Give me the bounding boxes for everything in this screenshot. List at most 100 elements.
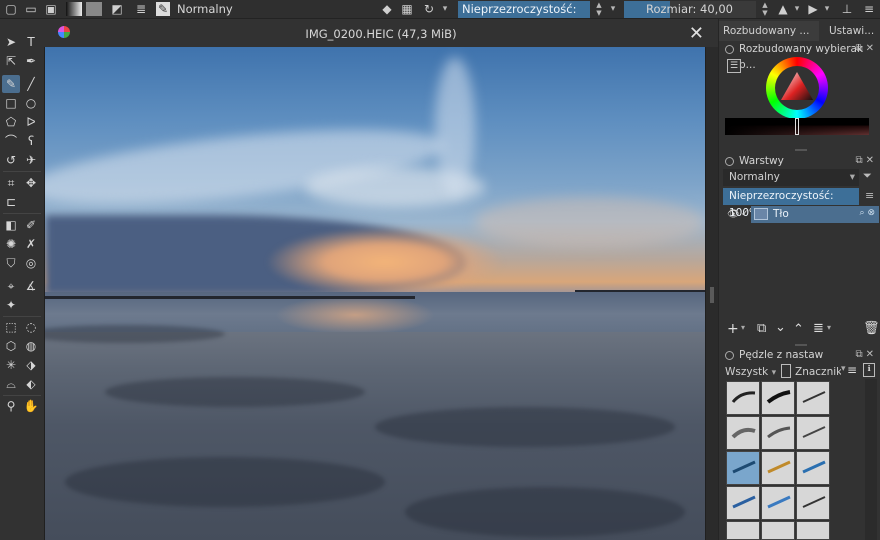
mirror-vertical-icon[interactable]: ▶ [806,2,820,16]
canvas-scrollbar-thumb[interactable] [710,287,714,303]
text-tool-icon[interactable]: T [22,33,40,51]
polyline-tool-icon[interactable]: ᐅ [22,113,40,131]
move-tool-icon[interactable]: ✥ [22,174,40,192]
panel-splitter[interactable] [795,149,807,151]
polygon-tool-icon[interactable]: ⬠ [2,113,20,131]
panel-float-close-icons[interactable]: ⧉✕ [855,153,877,169]
brush-preset-cell-selected[interactable] [726,451,760,485]
layer-properties-dropdown-icon[interactable]: ▾ [827,323,831,332]
open-document-icon[interactable]: ▭ [24,2,38,16]
magnetic-selection-tool-icon[interactable]: ⬖ [22,375,40,393]
rectangle-tool-icon[interactable]: □ [2,94,20,112]
blending-mode-select[interactable]: Normalny [174,1,370,18]
tab-advanced-color-selector[interactable]: Rozbudowany ... [719,21,819,41]
mirror-v-dropdown-icon[interactable]: ▾ [822,1,832,18]
brush-preset-cell[interactable] [796,521,830,540]
brush-settings-icon[interactable]: ≣ [134,2,148,16]
bezier-tool-icon[interactable]: ⌒ [2,132,20,150]
close-document-icon[interactable]: ✕ [689,23,704,44]
gradient-tool-icon[interactable]: ◧ [2,216,20,234]
brush-preset-cell[interactable] [761,381,795,415]
dynamic-brush-tool-icon[interactable]: ↺ [2,151,20,169]
layer-filter-icon[interactable]: ⏷ [863,169,872,183]
brush-preset-cell[interactable] [796,381,830,415]
add-layer-icon[interactable]: + [727,321,739,337]
layer-blend-mode-select[interactable]: Normalny ▾ [723,169,859,186]
layer-options-icon[interactable]: ≡ [865,189,874,202]
transform-tool-icon[interactable]: ⊏ [2,193,20,211]
wrap-around-icon[interactable]: ⊥ [840,2,854,16]
brush-view-options-icon[interactable]: ≡ [847,363,857,377]
polygonal-selection-tool-icon[interactable]: ⬡ [2,337,20,355]
pattern-preset-icon[interactable] [86,2,102,16]
select-shapes-tool-icon[interactable]: ➤ [2,33,20,51]
size-spin-buttons[interactable]: ▲ ▼ [760,1,770,18]
mirror-h-dropdown-icon[interactable]: ▾ [792,1,802,18]
panel-float-close-icons[interactable]: ⧉✕ [855,41,877,57]
color-swap-icon[interactable]: ◩ [110,2,124,16]
color-strip-marker[interactable] [795,118,799,135]
pin-tool-icon[interactable]: ✦ [2,296,20,314]
layer-visibility-eye-icon[interactable]: 👁 [727,209,740,220]
reference-tool-icon[interactable]: ⌖ [2,277,20,295]
rectangular-selection-tool-icon[interactable]: ⬚ [2,318,20,336]
chevron-down-icon[interactable]: ▾ [841,364,846,374]
canvas-vertical-scrollbar[interactable] [706,47,718,540]
opacity-slider[interactable]: Nieprzezroczystość: 100% [458,1,590,33]
layer-lock-icon[interactable]: ⌕ ⊗ [860,208,875,218]
brush-tag-select[interactable]: Znacznik [795,364,841,380]
layer-opacity-slider[interactable]: Nieprzezroczystość: 100% [723,188,859,219]
eraser-mode-icon[interactable]: ◆ [380,2,394,16]
save-document-icon[interactable]: ▣ [44,2,58,16]
brush-preset-cell[interactable] [796,451,830,485]
brush-preset-cell[interactable] [761,451,795,485]
duplicate-layer-icon[interactable]: ⧉ [757,321,766,336]
contiguous-selection-tool-icon[interactable]: ✳ [2,356,20,374]
reload-preset-icon[interactable]: ↻ [422,2,436,16]
reload-dropdown-icon[interactable]: ▾ [440,1,450,18]
bezier-selection-tool-icon[interactable]: ⌓ [2,375,20,393]
pan-tool-icon[interactable]: ✋ [22,397,40,415]
crop-tool-icon[interactable]: ⌗ [2,174,20,192]
brush-preset-cell[interactable] [726,521,760,540]
brush-preset-cell[interactable] [726,486,760,520]
line-tool-icon[interactable]: ╱ [22,75,40,93]
gradient-preset-icon[interactable] [66,2,82,16]
ellipse-tool-icon[interactable]: ○ [22,94,40,112]
fill-tool-icon[interactable]: ⛉ [2,254,20,272]
brush-presets-info-icon[interactable]: ℹ [863,363,875,377]
canvas-area[interactable] [44,47,706,540]
tab-tool-options[interactable]: Ustawi... [825,21,880,41]
freehand-path-tool-icon[interactable]: ʕ [22,132,40,150]
move-layer-up-icon[interactable]: ⌃ [793,322,804,337]
brush-preset-cell[interactable] [761,416,795,450]
multibrush-tool-icon[interactable]: ✈ [22,151,40,169]
panel-splitter[interactable] [795,344,807,346]
new-document-icon[interactable]: ▢ [4,2,18,16]
opacity-spin-buttons[interactable]: ▲ ▼ [594,1,604,18]
color-picker-tool-icon[interactable]: ✐ [22,216,40,234]
zoom-tool-icon[interactable]: ⚲ [2,397,20,415]
add-layer-dropdown-icon[interactable]: ▾ [741,323,745,332]
brush-preset-cell[interactable] [796,416,830,450]
mirror-horizontal-icon[interactable]: ▲ [776,2,790,16]
beach-sunset-photo[interactable] [45,47,705,540]
layer-checkbox-icon[interactable]: ✓ [741,209,749,219]
calligraphy-tool-icon[interactable]: ✒ [22,52,40,70]
enclose-fill-tool-icon[interactable]: ◎ [22,254,40,272]
layer-properties-icon[interactable]: ≣ [813,321,824,336]
panel-float-close-icons[interactable]: ⧉✕ [855,347,877,363]
edit-shapes-tool-icon[interactable]: ⇱ [2,52,20,70]
brush-preset-cell[interactable] [726,416,760,450]
brush-preset-cell[interactable] [761,521,795,540]
color-selector-settings-icon[interactable]: ☰ [727,59,741,73]
smart-patch-tool-icon[interactable]: ✺ [2,235,20,253]
move-layer-down-icon[interactable]: ⌄ [775,320,786,335]
brush-preset-cell[interactable] [796,486,830,520]
document-tab[interactable]: IMG_0200.HEIC (47,3 MiB) ✕ [44,21,718,47]
elliptical-selection-tool-icon[interactable]: ◌ [22,318,40,336]
overflow-icon[interactable]: ≡ [862,2,876,16]
preserve-alpha-icon[interactable]: ▦ [400,2,414,16]
measure-tool-icon[interactable]: ∡ [22,277,40,295]
layer-row[interactable]: Tło ⌕ ⊗ [751,206,879,223]
